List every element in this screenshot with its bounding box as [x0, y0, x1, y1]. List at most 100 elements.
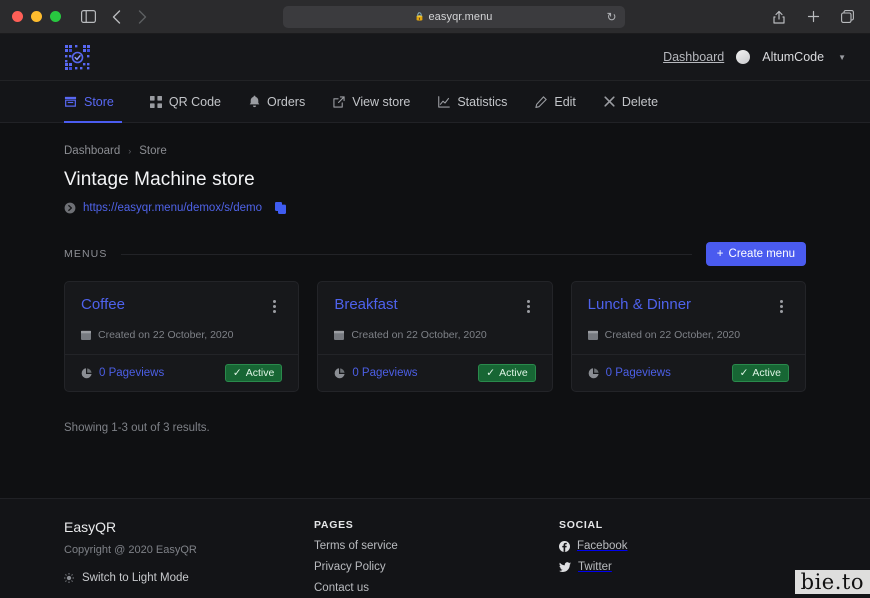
share-icon[interactable] — [768, 6, 790, 28]
watermark: bie.to — [794, 570, 870, 594]
store-url-link[interactable]: https://easyqr.menu/demox/s/demo — [83, 202, 262, 214]
close-window-button[interactable] — [12, 11, 23, 22]
footer-social-label: Twitter — [578, 561, 612, 573]
menu-card-header: Coffee — [81, 296, 282, 317]
menu-card-pageviews[interactable]: 0 Pageviews — [81, 367, 164, 379]
external-link-icon — [333, 95, 345, 108]
address-bar-region: 🔒 easyqr.menu ↻ — [153, 5, 754, 28]
tab-qr-code[interactable]: QR Code — [136, 81, 235, 122]
back-arrow-icon[interactable] — [105, 6, 127, 28]
copy-icon[interactable] — [274, 202, 286, 214]
tab-label: Delete — [621, 94, 659, 109]
forward-arrow-icon[interactable] — [131, 6, 153, 28]
site-header: Dashboard AltumCode ▼ — [0, 34, 870, 81]
menu-card[interactable]: Lunch & Dinner Created on 22 October, 20… — [570, 281, 806, 392]
more-options-icon[interactable] — [267, 296, 282, 317]
footer-link-terms[interactable]: Terms of service — [314, 540, 559, 552]
menu-card-pageviews[interactable]: 0 Pageviews — [588, 367, 671, 379]
tab-store[interactable]: Store — [64, 81, 136, 123]
status-badge-text: Active — [752, 367, 781, 379]
menu-card[interactable]: Breakfast Created on 22 October, 2020 0 … — [317, 281, 553, 392]
reload-icon[interactable]: ↻ — [606, 10, 616, 24]
maximize-window-button[interactable] — [50, 11, 61, 22]
create-menu-label: Create menu — [728, 248, 795, 260]
footer-link-twitter[interactable]: Twitter — [559, 561, 804, 573]
browser-toolbar: 🔒 easyqr.menu ↻ — [0, 0, 870, 34]
theme-toggle[interactable]: Switch to Light Mode — [64, 572, 314, 584]
header-user-area: Dashboard AltumCode ▼ — [663, 50, 846, 64]
tab-overview-icon[interactable] — [836, 6, 858, 28]
menu-card-created: Created on 22 October, 2020 — [587, 329, 789, 341]
qr-code-icon — [149, 95, 162, 108]
user-name[interactable]: AltumCode — [762, 50, 824, 64]
page-title: Vintage Machine store — [64, 169, 255, 190]
menu-card-created: Created on 22 October, 2020 — [334, 329, 535, 341]
status-badge: ✓ Active — [224, 364, 283, 382]
status-badge: ✓ Active — [478, 364, 536, 382]
pie-chart-icon — [81, 367, 92, 379]
tab-label: View store — [352, 94, 411, 109]
main-content: Dashboard › Store Vintage Machine store … — [0, 123, 870, 503]
qr-code-logo-icon[interactable] — [64, 44, 91, 71]
menu-card-body: Breakfast Created on 22 October, 2020 — [318, 282, 551, 354]
footer-copyright: Copyright @ 2020 EasyQR — [64, 544, 197, 556]
tab-label: QR Code — [168, 94, 221, 109]
menu-card-pageviews-text: 0 Pageviews — [99, 367, 165, 379]
new-tab-icon[interactable] — [802, 6, 824, 28]
menu-card-footer: 0 Pageviews ✓ Active — [571, 354, 805, 391]
divider — [121, 253, 692, 255]
browser-window: 🔒 easyqr.menu ↻ Dashboard AltumCode ▼ St… — [0, 0, 870, 598]
calendar-icon — [587, 330, 598, 340]
tab-orders[interactable]: Orders — [235, 81, 319, 122]
footer-link-privacy[interactable]: Privacy Policy — [314, 561, 559, 573]
minimize-window-button[interactable] — [31, 11, 42, 22]
facebook-icon — [559, 540, 570, 552]
results-count: Showing 1-3 out of 3 results. — [64, 422, 210, 434]
pencil-icon — [535, 95, 548, 108]
tab-delete[interactable]: Delete — [590, 81, 672, 122]
store-icon — [64, 95, 77, 108]
tab-statistics[interactable]: Statistics — [424, 81, 521, 122]
url-input[interactable]: 🔒 easyqr.menu ↻ — [282, 5, 625, 28]
footer-link-contact[interactable]: Contact us — [314, 582, 559, 594]
menu-card-pageviews[interactable]: 0 Pageviews — [334, 367, 418, 379]
tab-label: Edit — [554, 94, 576, 109]
create-menu-button[interactable]: + Create menu — [705, 242, 806, 266]
lock-icon: 🔒 — [414, 12, 425, 21]
navigation-arrows[interactable] — [105, 6, 153, 28]
footer-link-facebook[interactable]: Facebook — [559, 540, 804, 552]
menu-card-created-text: Created on 22 October, 2020 — [98, 329, 234, 341]
menu-card-title[interactable]: Breakfast — [334, 296, 397, 313]
menu-card-title[interactable]: Lunch & Dinner — [588, 296, 691, 313]
status-badge: ✓ Active — [731, 364, 789, 382]
more-options-icon[interactable] — [521, 296, 536, 317]
menu-card-body: Coffee Created on 22 October, 2020 — [65, 282, 298, 354]
bell-icon — [249, 95, 260, 108]
site-footer: EasyQR Copyright @ 2020 EasyQR Switch to… — [0, 498, 870, 598]
tab-view-store[interactable]: View store — [319, 81, 424, 122]
chevron-down-icon[interactable]: ▼ — [838, 53, 846, 62]
pie-chart-icon — [588, 367, 599, 379]
avatar[interactable] — [736, 50, 751, 64]
go-to-circle-arrow-icon — [64, 202, 76, 214]
menu-cards-list: Coffee Created on 22 October, 2020 0 Pag… — [64, 281, 806, 392]
menu-card-title[interactable]: Coffee — [81, 296, 125, 313]
menu-card-pageviews-text: 0 Pageviews — [352, 367, 418, 379]
url-text: easyqr.menu — [428, 10, 493, 23]
check-icon: ✓ — [739, 367, 749, 379]
menus-section-header: MENUS + Create menu — [64, 242, 806, 266]
window-controls[interactable] — [12, 11, 61, 22]
tab-edit[interactable]: Edit — [521, 81, 590, 122]
close-icon — [604, 96, 615, 107]
dashboard-link[interactable]: Dashboard — [663, 50, 724, 64]
menu-card[interactable]: Coffee Created on 22 October, 2020 0 Pag… — [64, 281, 300, 392]
sidebar-toggle-icon[interactable] — [77, 6, 99, 28]
breadcrumb-dashboard[interactable]: Dashboard — [64, 145, 120, 157]
footer-social-label: Facebook — [577, 540, 628, 552]
footer-pages-column: PAGES Terms of service Privacy Policy Co… — [314, 519, 559, 598]
menu-card-body: Lunch & Dinner Created on 22 October, 20… — [572, 282, 805, 354]
status-badge-text: Active — [499, 367, 528, 379]
chart-icon — [438, 95, 451, 108]
more-options-icon[interactable] — [774, 296, 789, 317]
menu-card-created-text: Created on 22 October, 2020 — [351, 329, 487, 341]
